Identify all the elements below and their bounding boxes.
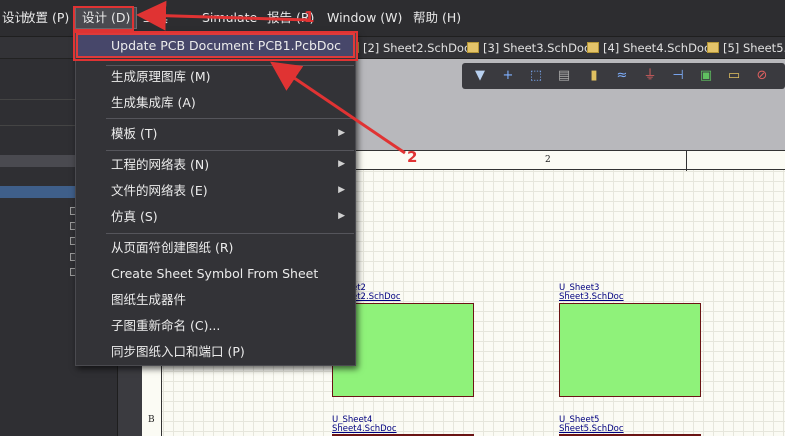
annotation-arrows bbox=[136, 0, 406, 155]
arrow-to-item bbox=[270, 61, 406, 155]
callout-1: 1 bbox=[304, 8, 315, 26]
arrow-to-menu bbox=[136, 0, 311, 31]
callout-2: 2 bbox=[407, 148, 418, 166]
